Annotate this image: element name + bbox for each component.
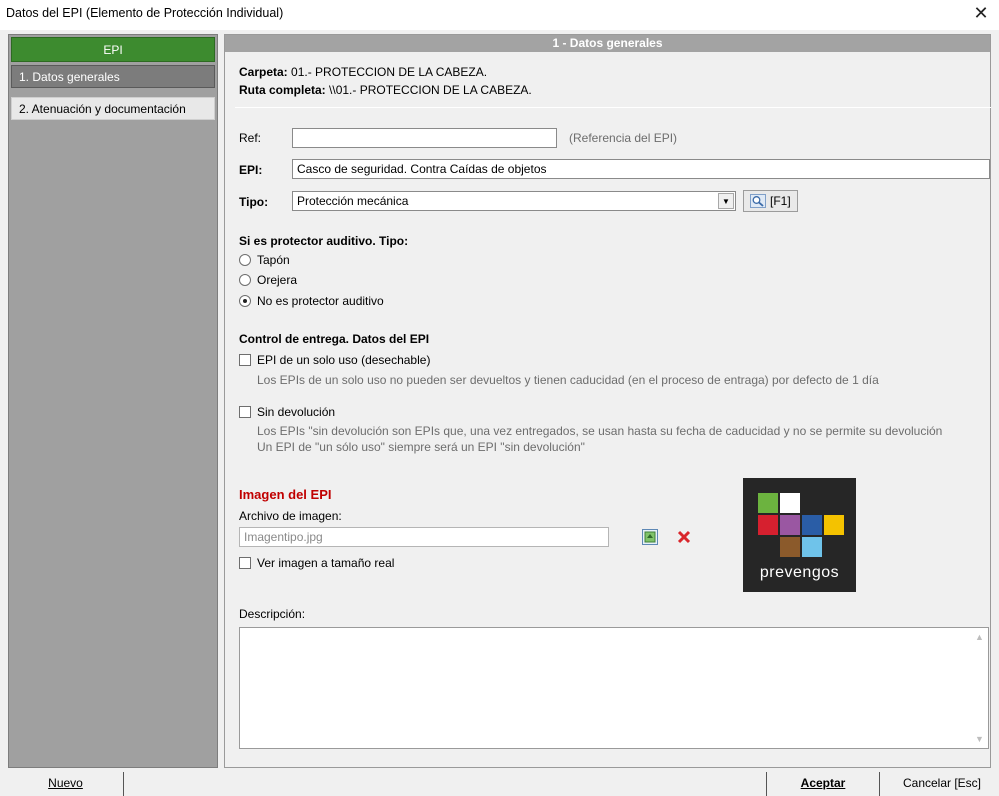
archivo-input[interactable]: Imagentipo.jpg — [239, 527, 609, 547]
aceptar-button[interactable]: Aceptar — [766, 772, 880, 796]
f1-label: [F1] — [770, 194, 791, 208]
archivo-label: Archivo de imagen: — [239, 509, 342, 523]
scrollbar[interactable]: ▲ ▼ — [971, 628, 988, 748]
radio-button[interactable] — [239, 274, 251, 286]
ver-real-checkbox[interactable] — [239, 557, 251, 569]
sidebar-header: EPI — [11, 37, 215, 62]
scroll-up-icon[interactable]: ▲ — [975, 632, 984, 642]
ver-real-label: Ver imagen a tamaño real — [257, 556, 395, 570]
entrega-title: Control de entrega. Datos del EPI — [239, 332, 430, 346]
solo-uso-checkbox[interactable] — [239, 354, 251, 366]
chevron-down-icon[interactable]: ▼ — [718, 193, 734, 209]
descripcion-value — [240, 628, 988, 636]
solo-uso-label: EPI de un solo uso (desechable) — [257, 353, 431, 367]
window-title: Datos del EPI (Elemento de Protección In… — [6, 6, 284, 20]
descripcion-label: Descripción: — [239, 607, 306, 621]
epi-image-preview: prevengos — [743, 478, 856, 592]
logo-square — [780, 493, 800, 513]
carpeta-label: Carpeta: — [239, 65, 288, 79]
epi-input[interactable]: Casco de seguridad. Contra Caídas de obj… — [292, 159, 990, 179]
tipo-label: Tipo: — [239, 195, 269, 209]
radio-label: Orejera — [257, 273, 298, 287]
radio-tapon[interactable]: Tapón — [239, 253, 290, 267]
ref-hint: (Referencia del EPI) — [569, 131, 678, 145]
radio-button-checked[interactable] — [239, 295, 251, 307]
panel-header: 1 - Datos generales — [225, 35, 990, 52]
auditivo-title: Si es protector auditivo. Tipo: — [239, 234, 409, 248]
logo-square — [802, 515, 822, 535]
sidebar: EPI 1. Datos generales 2. Atenuación y d… — [8, 34, 218, 768]
epi-label: EPI: — [239, 163, 263, 177]
logo-text: prevengos — [759, 564, 840, 581]
logo-square — [802, 537, 822, 557]
ver-real-checkbox-row[interactable]: Ver imagen a tamaño real — [239, 556, 394, 570]
image-icon — [642, 529, 658, 545]
radio-button[interactable] — [239, 254, 251, 266]
ruta-value: \\01.- PROTECCION DE LA CABEZA. — [329, 83, 532, 97]
sidebar-item-datos-generales[interactable]: 1. Datos generales — [11, 65, 215, 88]
carpeta-row: Carpeta: 01.- PROTECCION DE LA CABEZA. — [239, 65, 487, 79]
ref-label: Ref: — [239, 131, 262, 145]
close-icon[interactable]: ✕ — [970, 3, 992, 24]
radio-label: No es protector auditivo — [257, 294, 384, 308]
sin-devolucion-help-2: Un EPI de "un sólo uso" siempre será un … — [257, 440, 585, 454]
carpeta-value: 01.- PROTECCION DE LA CABEZA. — [291, 65, 488, 79]
logo-square — [780, 537, 800, 557]
solo-uso-checkbox-row[interactable]: EPI de un solo uso (desechable) — [239, 353, 430, 367]
radio-orejera[interactable]: Orejera — [239, 273, 297, 287]
cancelar-button[interactable]: Cancelar [Esc] — [888, 772, 996, 796]
sin-devolucion-help-1: Los EPIs "sin devolución son EPIs que, u… — [257, 424, 943, 438]
sidebar-item-atenuacion[interactable]: 2. Atenuación y documentación — [11, 97, 215, 120]
radio-no-auditivo[interactable]: No es protector auditivo — [239, 294, 384, 308]
sin-devolucion-label: Sin devolución — [257, 405, 336, 419]
title-bar: Datos del EPI (Elemento de Protección In… — [0, 0, 999, 30]
tipo-select-value: Protección mecánica — [297, 194, 409, 208]
solo-uso-help: Los EPIs de un solo uso no pueden ser de… — [257, 373, 879, 387]
ruta-label: Ruta completa: — [239, 83, 326, 97]
main-panel: 1 - Datos generales Carpeta: 01.- PROTEC… — [224, 34, 991, 768]
logo-square — [758, 493, 778, 513]
radio-label: Tapón — [257, 253, 290, 267]
logo-square — [824, 515, 844, 535]
scroll-down-icon[interactable]: ▼ — [975, 734, 984, 744]
load-image-button[interactable] — [638, 526, 662, 548]
separator — [235, 107, 991, 108]
delete-image-button[interactable] — [672, 526, 696, 548]
logo-square — [780, 515, 800, 535]
sin-devolucion-checkbox[interactable] — [239, 406, 251, 418]
aceptar-label: Aceptar — [800, 776, 846, 790]
f1-search-button[interactable]: [F1] — [743, 190, 798, 212]
tipo-select[interactable]: Protección mecánica ▼ — [292, 191, 736, 211]
descripcion-textarea[interactable]: ▲ ▼ — [239, 627, 989, 749]
nuevo-label: Nuevo — [48, 776, 83, 790]
nuevo-button[interactable]: Nuevo — [8, 772, 124, 796]
sin-devolucion-checkbox-row[interactable]: Sin devolución — [239, 405, 335, 419]
logo-square — [758, 515, 778, 535]
imagen-title: Imagen del EPI — [239, 487, 332, 502]
delete-icon — [677, 530, 691, 544]
magnifier-icon — [750, 194, 766, 208]
ruta-row: Ruta completa: \\01.- PROTECCION DE LA C… — [239, 83, 532, 97]
ref-input[interactable] — [292, 128, 557, 148]
